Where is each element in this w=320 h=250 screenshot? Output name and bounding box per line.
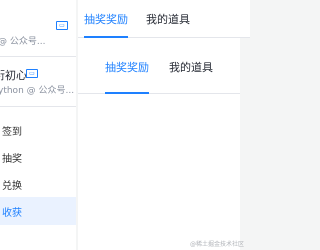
sidebar-item-lottery[interactable]: 抽奖 xyxy=(0,143,76,171)
sidebar-item-label: 抽奖 xyxy=(2,153,22,165)
profile-card-top[interactable]: ▭ @ 公众号... xyxy=(0,0,76,50)
sidebar-item-checkin[interactable]: 签到 xyxy=(0,116,76,144)
tab-my-items[interactable]: 我的道具 xyxy=(146,0,190,38)
profile-card[interactable]: 衍初心 ▭ ython @ 公众号... xyxy=(0,56,76,104)
level-badge-icon: ▭ xyxy=(26,69,38,78)
watermark: @稀土掘金技术社区 xyxy=(189,241,244,248)
tab-lottery-rewards[interactable]: 抽奖奖励 xyxy=(84,0,128,38)
tab-my-items-inner[interactable]: 我的道具 xyxy=(169,50,213,94)
divider xyxy=(0,106,76,107)
level-badge-icon: ▭ xyxy=(56,21,68,30)
sidebar-item-label: 兑换 xyxy=(2,180,22,192)
sidebar-item-harvest[interactable]: 收获 xyxy=(0,197,76,225)
profile-subtitle: ython @ 公众号... xyxy=(0,86,75,96)
sidebar: ▭ @ 公众号... 衍初心 ▭ ython @ 公众号... 签到 抽奖 兑换… xyxy=(0,0,76,250)
sidebar-item-exchange[interactable]: 兑换 xyxy=(0,170,76,198)
app-root: ▭ @ 公众号... 衍初心 ▭ ython @ 公众号... 签到 抽奖 兑换… xyxy=(0,0,250,250)
tab-lottery-rewards-inner[interactable]: 抽奖奖励 xyxy=(105,50,149,94)
top-tab-bar: 抽奖奖励 我的道具 xyxy=(78,0,250,38)
profile-subtitle: @ 公众号... xyxy=(0,37,46,47)
profile-name: 衍初心 xyxy=(0,69,27,82)
sidebar-item-label: 收获 xyxy=(2,207,22,219)
sidebar-item-label: 签到 xyxy=(2,126,22,138)
page-gutter xyxy=(240,38,250,250)
inner-tab-bar: 抽奖奖励 我的道具 xyxy=(78,50,250,94)
content-panel: 抽奖奖励 我的道具 xyxy=(78,38,250,250)
